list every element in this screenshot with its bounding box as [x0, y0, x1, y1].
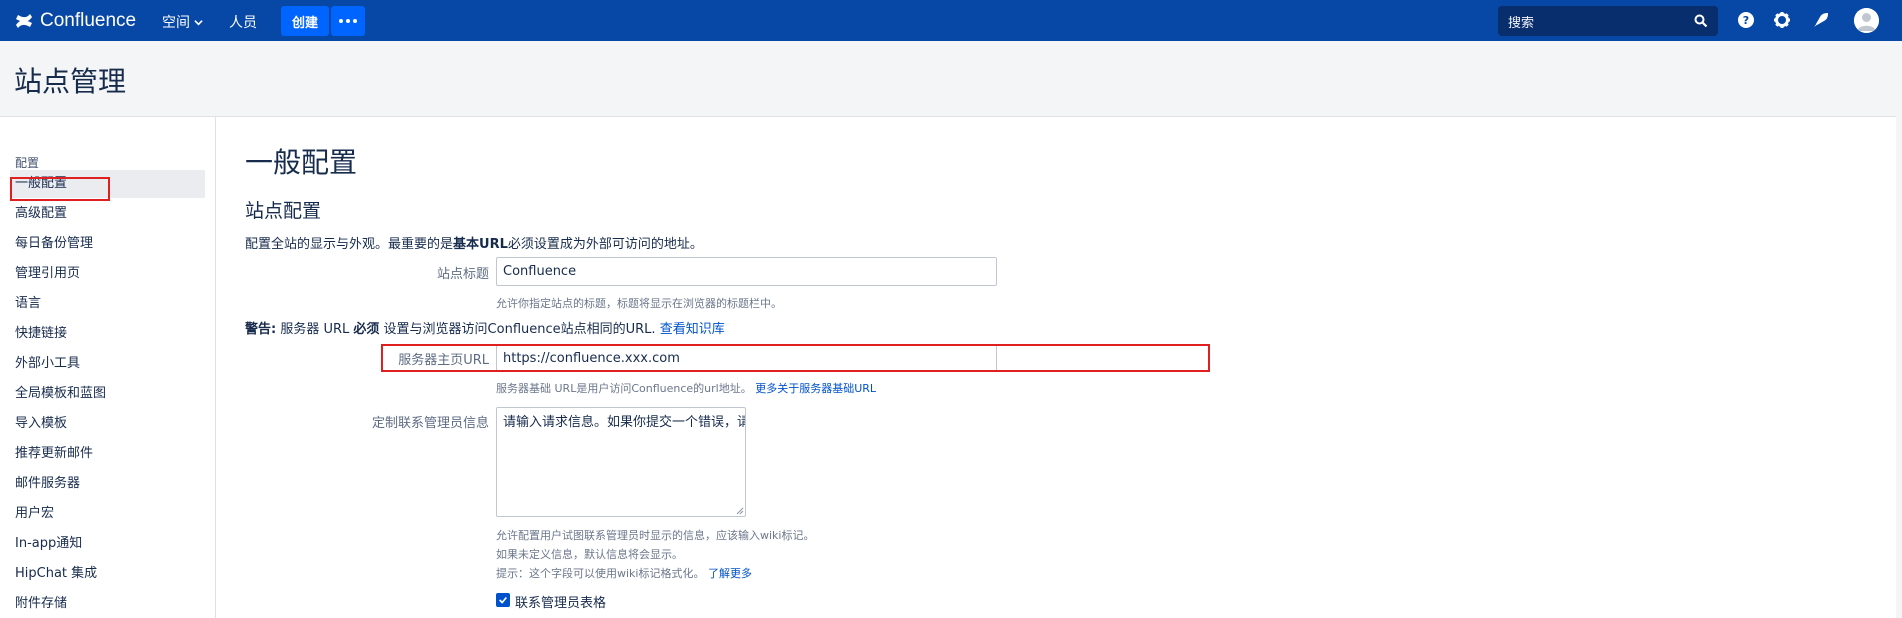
notifications-icon[interactable]	[1812, 11, 1830, 29]
brand-name: Confluence	[40, 10, 137, 31]
site-title-input[interactable]	[496, 257, 997, 286]
main-heading: 一般配置	[245, 146, 358, 179]
sidebar-item-import-templates[interactable]: 导入模板	[10, 410, 205, 438]
avatar[interactable]	[1854, 8, 1879, 33]
sidebar-item-advanced-config[interactable]: 高级配置	[10, 200, 205, 228]
section-description: 配置全站的显示与外观。最重要的是基本URL必须设置成为外部可访问的地址。	[245, 237, 703, 252]
sidebar-item-label: 推荐更新邮件	[15, 446, 94, 461]
admin-message-textarea[interactable]: 请输入请求信息。如果你提交一个错误，请附上错误信息与截图。	[496, 407, 746, 517]
page-header: 站点管理	[0, 41, 1902, 117]
spaces-menu[interactable]: 空间	[162, 12, 203, 32]
page-title: 站点管理	[14, 65, 127, 98]
sidebar-item-label: 导入模板	[15, 416, 68, 431]
sidebar-item-hipchat[interactable]: HipChat 集成	[10, 560, 205, 588]
admin-message-hint-3: 提示：这个字段可以使用wiki标记格式化。 了解更多	[496, 567, 752, 580]
sidebar-item-label: HipChat 集成	[15, 566, 98, 581]
contact-form-label: 联系管理员表格	[515, 596, 607, 611]
sidebar-item-label: 附件存储	[15, 596, 68, 611]
resize-handle-icon[interactable]	[736, 507, 744, 515]
people-label: 人员	[229, 15, 257, 31]
knowledge-base-link[interactable]: 查看知识库	[656, 322, 725, 337]
sidebar-item-label: 外部小工具	[15, 356, 81, 371]
admin-message-hint-1: 允许配置用户试图联系管理员时显示的信息，应该输入wiki标记。	[496, 529, 815, 542]
svg-text:?: ?	[1743, 14, 1749, 27]
sidebar-item-in-app-notifications[interactable]: In-app通知	[10, 530, 205, 558]
sidebar-group-label: 配置	[15, 156, 40, 170]
sidebar-item-daily-backup[interactable]: 每日备份管理	[10, 230, 205, 258]
top-navigation-bar: Confluence 空间 人员 创建 搜索 ?	[0, 0, 1902, 41]
gear-icon[interactable]	[1773, 11, 1791, 29]
site-title-hint: 允许你指定站点的标题，标题将显示在浏览器的标题栏中。	[496, 297, 782, 310]
checkmark-icon	[499, 596, 507, 604]
sidebar-item-label: 高级配置	[15, 206, 68, 221]
sidebar-item-label: In-app通知	[15, 536, 83, 551]
sidebar-item-language[interactable]: 语言	[10, 290, 205, 318]
sidebar-item-external-gadgets[interactable]: 外部小工具	[10, 350, 205, 378]
chevron-down-icon	[194, 19, 203, 25]
learn-more-link[interactable]: 了解更多	[708, 567, 752, 580]
sidebar-item-global-templates[interactable]: 全局模板和蓝图	[10, 380, 205, 408]
search-input[interactable]: 搜索	[1498, 6, 1718, 36]
section-title: 站点配置	[245, 200, 322, 222]
highlight-box-server-url	[381, 344, 1210, 372]
sidebar-item-label: 用户宏	[15, 506, 55, 521]
search-placeholder: 搜索	[1508, 16, 1535, 31]
more-create-button[interactable]	[331, 6, 365, 36]
sidebar-item-label: 语言	[15, 296, 42, 311]
confluence-logo-icon	[16, 14, 32, 28]
server-url-hint: 服务器基础 URL是用户访问Confluence的url地址。 更多关于服务器基…	[496, 382, 877, 395]
sidebar-item-label: 邮件服务器	[15, 476, 81, 491]
sidebar-item-label: 全局模板和蓝图	[15, 386, 107, 401]
search-icon	[1694, 14, 1708, 28]
create-button[interactable]: 创建	[281, 6, 329, 36]
server-url-more-link[interactable]: 更多关于服务器基础URL	[755, 382, 876, 395]
sidebar-item-user-macros[interactable]: 用户宏	[10, 500, 205, 528]
sidebar-item-referrers[interactable]: 管理引用页	[10, 260, 205, 288]
people-link[interactable]: 人员	[229, 12, 257, 32]
user-avatar-icon	[1854, 8, 1879, 33]
admin-message-label: 定制联系管理员信息	[371, 416, 489, 431]
help-icon[interactable]: ?	[1737, 11, 1755, 29]
server-url-warning: 警告: 服务器 URL 必须 设置与浏览器访问Confluence站点相同的UR…	[245, 322, 725, 337]
sidebar-item-label: 每日备份管理	[15, 236, 94, 251]
sidebar-item-shortcut-links[interactable]: 快捷链接	[10, 320, 205, 348]
admin-message-hint-2: 如果未定义信息，默认信息将会显示。	[496, 548, 683, 561]
create-label: 创建	[291, 15, 318, 31]
spaces-label: 空间	[162, 15, 190, 31]
contact-form-checkbox[interactable]	[496, 593, 510, 607]
site-title-label: 站点标题	[436, 267, 489, 282]
sidebar-item-label: 快捷链接	[15, 326, 68, 341]
scrollbar[interactable]	[1896, 41, 1902, 618]
sidebar-item-attachment-storage[interactable]: 附件存储	[10, 590, 205, 618]
sidebar-item-recommended-updates[interactable]: 推荐更新邮件	[10, 440, 205, 468]
more-dots-icon	[338, 19, 359, 23]
sidebar-item-label: 管理引用页	[15, 266, 81, 281]
sidebar-item-mail-servers[interactable]: 邮件服务器	[10, 470, 205, 498]
highlight-box-general-config	[10, 177, 110, 201]
confluence-logo[interactable]: Confluence	[14, 9, 136, 33]
